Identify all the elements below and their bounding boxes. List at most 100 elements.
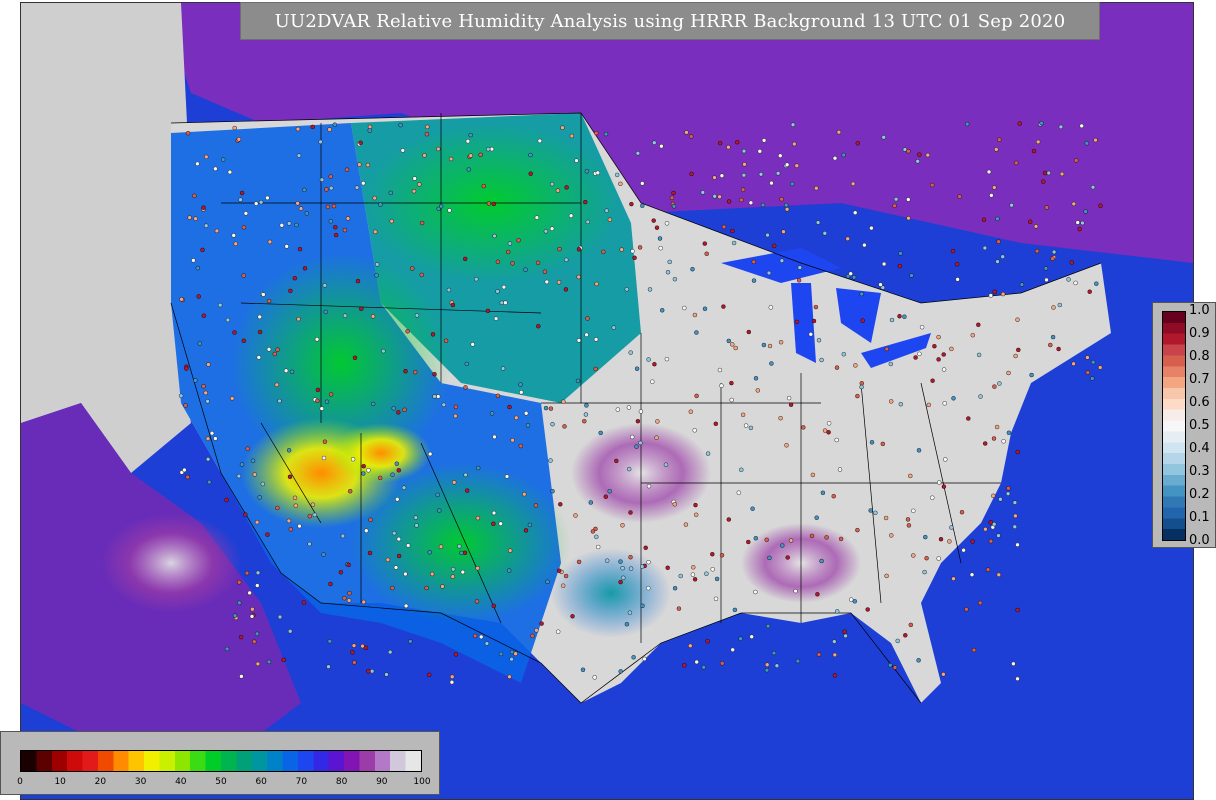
station-dot <box>350 650 355 655</box>
station-dot <box>834 365 840 370</box>
station-dot <box>507 568 512 573</box>
station-dot <box>717 140 723 146</box>
station-dot <box>191 258 196 263</box>
station-dot <box>902 147 908 152</box>
station-dot <box>813 304 819 310</box>
station-dot <box>906 148 911 154</box>
station-dot <box>981 217 987 222</box>
station-dot <box>832 639 837 644</box>
station-dot <box>778 340 784 345</box>
station-dot <box>665 270 671 275</box>
station-dot <box>765 662 770 667</box>
station-dot <box>642 656 647 662</box>
station-dot <box>501 284 507 290</box>
station-dot <box>814 185 819 191</box>
station-dot <box>1012 524 1017 529</box>
station-dot <box>811 318 817 324</box>
station-dot <box>297 246 303 252</box>
station-dot <box>615 172 620 178</box>
station-dot <box>1043 266 1049 271</box>
station-dot <box>178 393 184 398</box>
station-dot <box>739 467 744 472</box>
station-dot <box>1069 260 1075 265</box>
station-dot <box>347 591 352 596</box>
station-dot <box>368 517 373 522</box>
station-dot <box>580 667 586 672</box>
station-dot <box>549 226 555 231</box>
station-dot <box>719 173 725 178</box>
station-dot <box>342 227 348 233</box>
station-dot <box>328 174 333 179</box>
station-dot <box>889 399 894 404</box>
rh-tick-label: 60 <box>255 777 267 787</box>
station-dot <box>855 393 860 399</box>
station-dot <box>588 500 593 505</box>
station-dot <box>765 623 771 629</box>
station-dot <box>1080 220 1085 226</box>
station-dot <box>241 338 247 343</box>
station-dot <box>556 568 562 573</box>
station-dot <box>761 342 767 348</box>
station-dot <box>359 306 364 311</box>
station-dot <box>955 262 960 267</box>
station-dot <box>892 203 897 209</box>
station-dot <box>905 517 911 522</box>
station-dot <box>635 151 641 156</box>
station-dot <box>324 399 330 404</box>
station-dot <box>941 484 947 489</box>
station-dot <box>779 258 785 263</box>
station-dot <box>598 430 603 436</box>
station-dot <box>640 564 645 569</box>
station-dot <box>507 241 513 246</box>
station-dot <box>788 538 794 543</box>
station-dot <box>361 180 366 186</box>
station-dot <box>475 566 480 571</box>
station-dot <box>950 248 956 254</box>
station-dot <box>257 314 262 320</box>
station-dot <box>784 207 790 212</box>
station-dot <box>427 550 432 555</box>
station-dot <box>390 472 395 477</box>
station-dot <box>932 344 937 349</box>
station-dot <box>753 376 759 381</box>
station-dot <box>206 362 211 367</box>
station-dot <box>302 266 308 271</box>
station-dot <box>367 550 373 556</box>
station-dot <box>245 446 250 451</box>
station-dot <box>689 171 694 177</box>
station-dot <box>690 572 696 577</box>
station-dot <box>370 314 376 319</box>
station-dot <box>542 269 548 274</box>
station-dot <box>992 384 997 389</box>
station-dot <box>710 567 715 572</box>
station-dot <box>816 652 822 657</box>
station-dot <box>491 201 496 207</box>
station-dot <box>628 350 633 355</box>
station-dot <box>719 553 725 558</box>
station-dot <box>750 506 755 511</box>
station-dot <box>417 182 422 187</box>
station-dot <box>924 556 929 561</box>
station-dot <box>419 220 425 226</box>
station-dot <box>332 122 337 127</box>
station-dot <box>1051 249 1057 255</box>
station-dot <box>1006 430 1012 435</box>
station-dot <box>739 197 744 203</box>
station-dot <box>764 668 770 673</box>
station-dot <box>192 193 197 199</box>
station-dot <box>345 216 351 221</box>
station-dot <box>1058 124 1064 130</box>
station-dot <box>364 528 369 533</box>
station-dot <box>254 631 260 636</box>
station-dot <box>437 508 442 513</box>
station-dot <box>772 243 777 249</box>
station-dot <box>693 502 698 508</box>
station-dot <box>1044 205 1050 210</box>
station-dot <box>275 505 280 511</box>
station-dot <box>452 480 457 485</box>
station-dot <box>563 287 569 292</box>
station-dot <box>888 663 893 668</box>
station-dot <box>837 467 843 472</box>
station-dot <box>717 194 722 200</box>
station-dot <box>1071 361 1076 366</box>
